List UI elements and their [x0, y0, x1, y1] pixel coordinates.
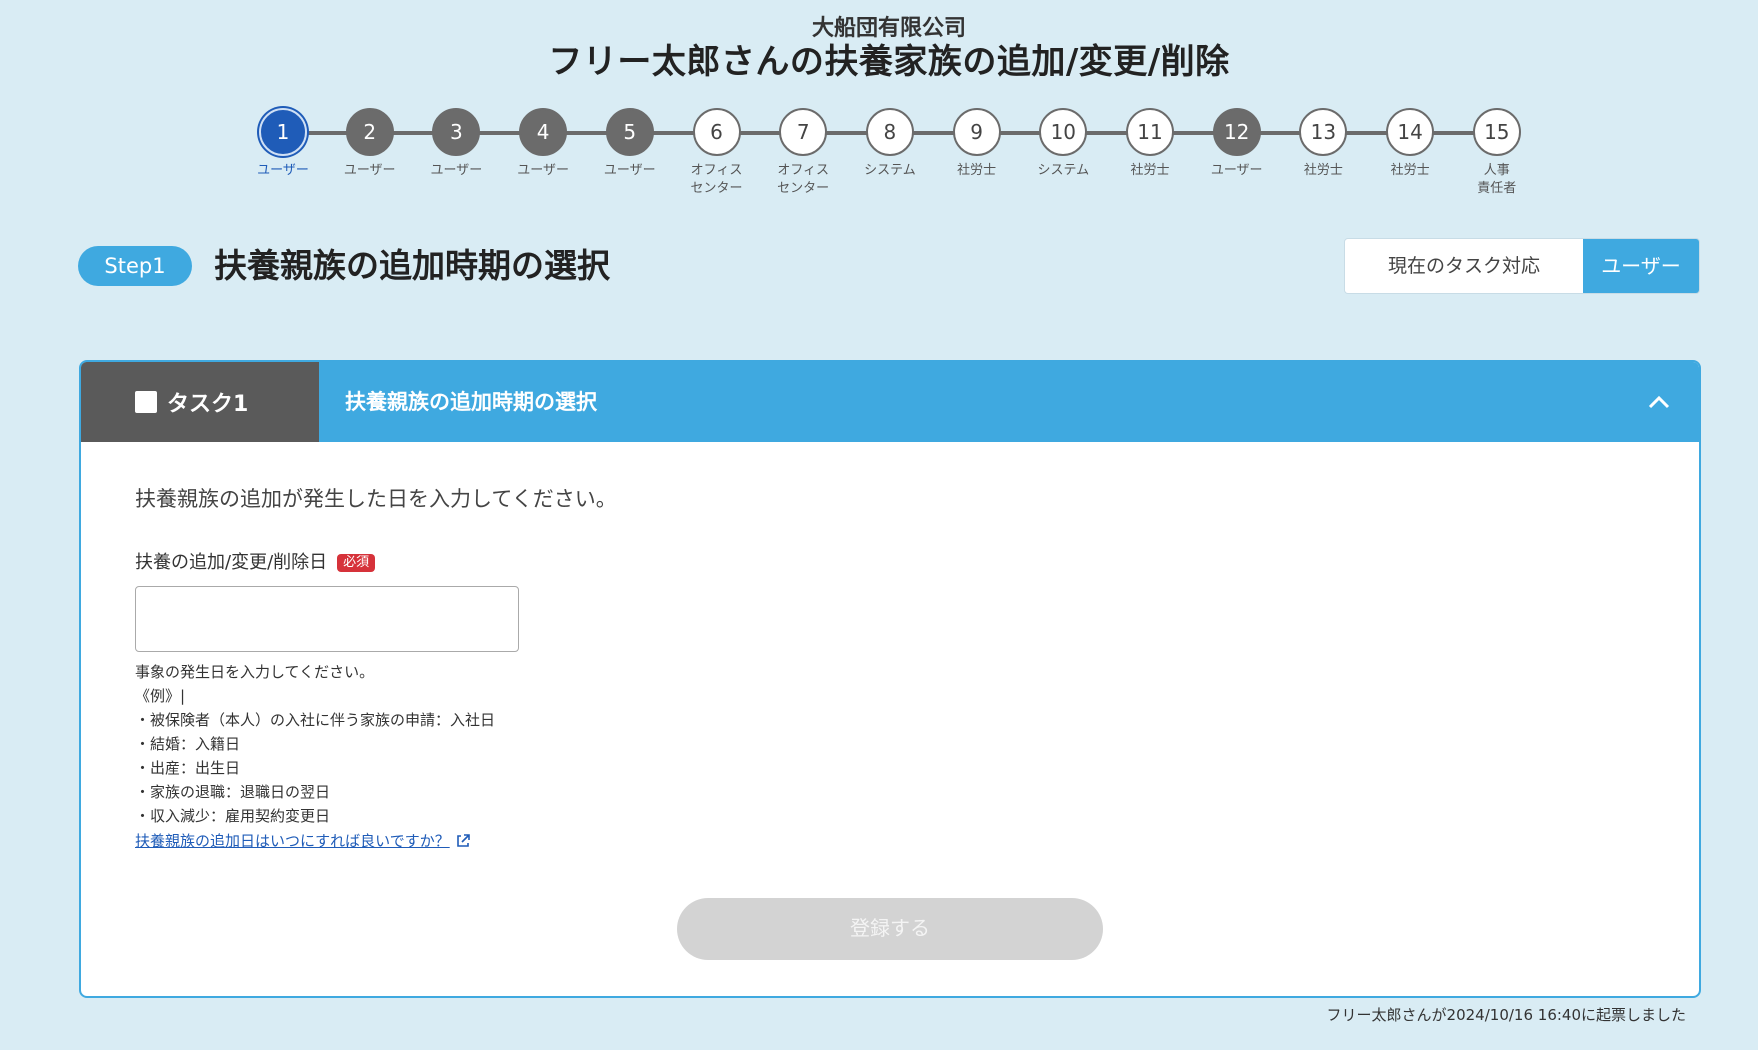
step-label: システム: [864, 163, 916, 178]
date-input[interactable]: [135, 586, 519, 652]
page-title: フリー太郎さんの扶養家族の追加/変更/削除: [548, 42, 1230, 82]
step-4: 4 ユーザー: [498, 108, 588, 180]
chevron-up-icon[interactable]: [1619, 362, 1699, 442]
step-label: ユーザー: [603, 163, 656, 178]
task-card: タスク1 扶養親族の追加時期の選択 扶養親族の追加が発生した日を入力してください…: [79, 360, 1701, 998]
step-label: 社労士: [1303, 163, 1343, 178]
instruction-text: 扶養親族の追加が発生した日を入力してください。: [135, 487, 617, 511]
step-label: ユーザー: [257, 163, 309, 178]
help-line: ・収入減少：雇用契約変更日: [135, 807, 331, 825]
step-number: 7: [779, 108, 828, 156]
created-note: フリー太郎さんが2024/10/16 16:40に起票しました: [1326, 1006, 1686, 1024]
task-card-header[interactable]: タスク1 扶養親族の追加時期の選択: [81, 362, 1699, 442]
help-line: ・出産：出生日: [135, 759, 241, 777]
step-label: 社労士: [957, 163, 997, 178]
step-10: 10 システム: [1018, 108, 1108, 180]
progress-stepper: 1 ユーザー 2 ユーザー 3 ユーザー 4 ユーザー 5 ユーザー 6 オフィス センター 7 オフィス…: [257, 108, 1521, 208]
external-link-icon: [456, 834, 470, 847]
current-task-owner: 現在のタスク対応 ユーザー: [1344, 238, 1700, 294]
step-15: 15 人事 責任者: [1452, 108, 1542, 198]
step-number: 4: [519, 108, 568, 156]
task-tab: タスク1: [81, 362, 319, 442]
help-text: 事象の発生日を入力してください。 《例》| ・被保険者（本人）の入社に伴う家族の…: [135, 660, 1645, 828]
step-number: 5: [605, 108, 654, 156]
step-label: オフィス センター: [777, 163, 830, 196]
step-label: ユーザー: [343, 163, 396, 178]
task-card-title: 扶養親族の追加時期の選択: [345, 390, 597, 414]
help-line: 事象の発生日を入力してください。: [135, 663, 375, 681]
step-number: 1: [259, 108, 307, 156]
step-label: システム: [1037, 163, 1090, 178]
step-11: 11 社労士: [1105, 108, 1195, 180]
step-2: 2 ユーザー: [325, 108, 415, 180]
task-checkbox[interactable]: [135, 391, 157, 413]
help-line: ・家族の退職：退職日の翌日: [135, 783, 331, 801]
step-number: 8: [865, 108, 914, 156]
step-3: 3 ユーザー: [411, 108, 501, 180]
step-label: ユーザー: [430, 163, 483, 178]
step-number: 2: [345, 108, 394, 156]
task-owner-value: ユーザー: [1583, 239, 1699, 293]
help-line: 《例》|: [135, 687, 186, 705]
step-5: 5 ユーザー: [585, 108, 675, 180]
step-number: 13: [1299, 108, 1348, 156]
step-header: Step1 扶養親族の追加時期の選択 現在のタスク対応 ユーザー: [78, 238, 1700, 300]
step-label: 社労士: [1130, 163, 1170, 178]
step-badge: Step1: [78, 246, 192, 286]
step-number: 6: [692, 108, 741, 156]
step-7: 7 オフィス センター: [758, 108, 848, 198]
help-line: ・結婚：入籍日: [135, 735, 241, 753]
step-label: 人事 責任者: [1477, 163, 1517, 196]
step-number: 12: [1212, 108, 1261, 156]
step-number: 3: [432, 108, 481, 156]
required-badge: 必須: [337, 554, 376, 572]
task-owner-label: 現在のタスク対応: [1345, 239, 1583, 293]
step-14: 14 社労士: [1365, 108, 1455, 180]
step-label: ユーザー: [517, 163, 569, 178]
help-line: ・被保険者（本人）の入社に伴う家族の申請：入社日: [135, 711, 496, 729]
step-number: 9: [952, 108, 1001, 156]
step-number: 14: [1386, 108, 1435, 156]
date-field-label-text: 扶養の追加/変更/削除日: [135, 552, 328, 573]
step-number: 10: [1039, 108, 1088, 156]
page-header: 大船団有限公司 フリー太郎さんの扶養家族の追加/変更/削除: [0, 16, 1758, 82]
step-8: 8 システム: [845, 108, 935, 180]
step-label: ユーザー: [1210, 163, 1263, 178]
step-label: 社労士: [1390, 163, 1430, 178]
step-number: 15: [1472, 108, 1521, 156]
step-title: 扶養親族の追加時期の選択: [214, 246, 610, 285]
step-9: 9 社労士: [932, 108, 1022, 180]
task-card-body: 扶養親族の追加が発生した日を入力してください。 扶養の追加/変更/削除日 必須 …: [81, 442, 1699, 996]
step-6: 6 オフィス センター: [672, 108, 762, 198]
submit-button[interactable]: 登録する: [677, 898, 1103, 960]
step-label: オフィス センター: [690, 163, 743, 196]
task-tab-label: タスク1: [167, 392, 249, 417]
date-field-label: 扶養の追加/変更/削除日 必須: [135, 550, 1645, 576]
step-12: 12 ユーザー: [1192, 108, 1282, 180]
help-faq-link[interactable]: 扶養親族の追加日はいつにすれば良いですか？: [135, 828, 470, 854]
help-faq-link-text: 扶養親族の追加日はいつにすれば良いですか？: [135, 832, 450, 850]
company-name: 大船団有限公司: [811, 16, 966, 41]
step-13: 13 社労士: [1278, 108, 1368, 180]
step-number: 11: [1126, 108, 1174, 156]
step-1: 1 ユーザー: [238, 108, 328, 180]
